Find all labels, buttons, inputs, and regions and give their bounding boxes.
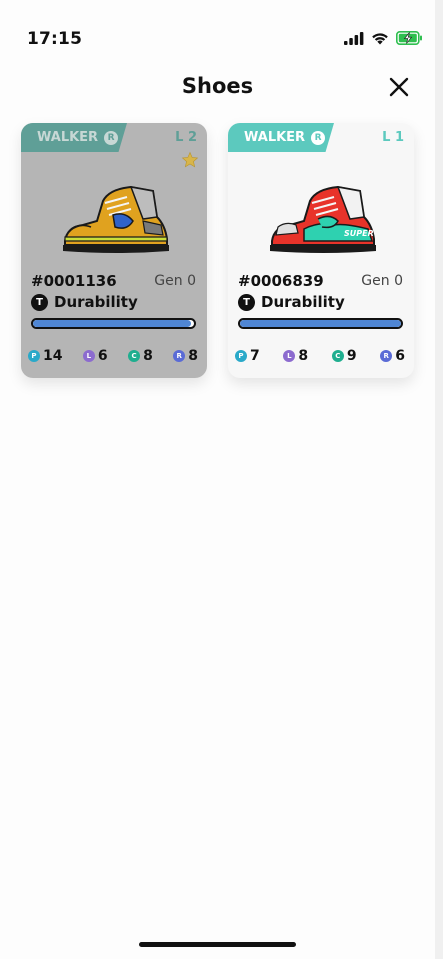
sneaker-image [63, 185, 169, 253]
shoe-generation: Gen 0 [154, 273, 196, 289]
durability-bar-fill [33, 320, 191, 327]
close-icon [389, 77, 409, 97]
sneaker-image: SUPER [270, 185, 376, 253]
page-title: Shoes [181, 74, 254, 98]
status-icons [344, 31, 423, 45]
c-stat-icon: C [331, 350, 344, 362]
c-stat-icon: C [128, 350, 141, 362]
attribute-label: Durability [54, 293, 138, 311]
l-stat-icon: L [283, 350, 296, 362]
shoe-level: L 2 [175, 130, 197, 145]
stat-p: P7 [235, 348, 260, 364]
attribute-row: T Durability [238, 293, 345, 311]
stat-value: 14 [43, 348, 63, 364]
durability-bar [31, 318, 196, 329]
shoe-type-tag: WALKER R [228, 123, 334, 152]
durability-icon: T [238, 293, 255, 311]
stat-l: L6 [82, 348, 108, 364]
status-bar: 17:15 [0, 0, 435, 60]
durability-icon: T [31, 293, 48, 311]
scroll-edge [435, 0, 443, 959]
shoe-card[interactable]: WALKER R L 2 #0001136 Gen 0 T Durability… [21, 123, 207, 378]
r-stat-icon: R [380, 350, 393, 362]
stat-r: R8 [173, 348, 198, 364]
shoe-id: #0006839 [238, 272, 324, 290]
shoe-type-tag: WALKER R [21, 123, 127, 152]
rarity-badge: R [104, 130, 119, 145]
shoe-type-label: WALKER [37, 130, 99, 145]
shoe-id: #0001136 [31, 272, 117, 290]
wifi-icon [372, 32, 388, 44]
signal-icon [344, 31, 364, 45]
stat-value: 7 [250, 348, 260, 364]
stat-value: 8 [298, 348, 309, 364]
shoe-brand-label: SUPER [344, 229, 374, 238]
attribute-row: T Durability [31, 293, 138, 311]
stat-value: 6 [395, 348, 405, 364]
stat-value: 8 [143, 348, 153, 364]
shoe-card[interactable]: WALKER R L 1 SUPER #0006839 Gen 0 T Dura… [228, 123, 414, 378]
stat-value: 9 [346, 348, 357, 364]
rarity-badge: R [311, 130, 326, 145]
p-stat-icon: P [28, 350, 40, 362]
home-indicator[interactable] [139, 942, 296, 947]
stats-row: P 14 L6 C8 R8 [28, 348, 198, 364]
stat-value: 8 [188, 348, 198, 364]
stat-c: C8 [128, 348, 153, 364]
l-stat-icon: L [82, 350, 95, 362]
shoe-level: L 1 [382, 130, 404, 145]
attribute-label: Durability [261, 293, 345, 311]
close-button[interactable] [384, 72, 414, 102]
durability-bar-fill [240, 320, 401, 327]
stat-p: P 14 [28, 348, 62, 364]
stat-value: 6 [97, 348, 108, 364]
stat-r: R6 [380, 348, 405, 364]
shoe-generation: Gen 0 [361, 273, 403, 289]
battery-charging-icon [396, 31, 422, 45]
durability-bar [238, 318, 403, 329]
stat-l: L8 [283, 348, 308, 364]
p-stat-icon: P [235, 350, 247, 362]
star-icon[interactable] [181, 151, 199, 169]
stats-row: P7 L8 C9 R6 [235, 348, 405, 364]
shoe-type-label: WALKER [244, 130, 306, 145]
r-stat-icon: R [173, 350, 186, 362]
status-time: 17:15 [27, 29, 83, 49]
stat-c: C9 [331, 348, 357, 364]
